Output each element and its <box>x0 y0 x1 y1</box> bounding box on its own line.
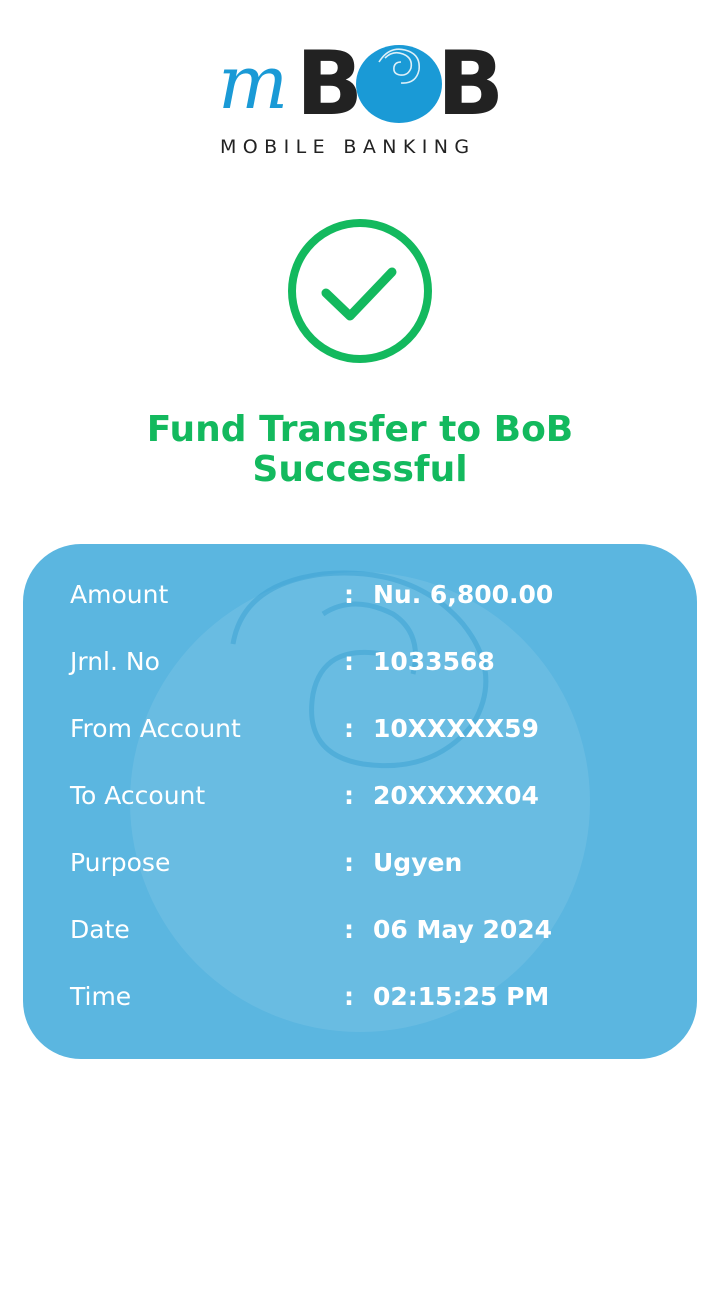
detail-label: Amount <box>70 580 169 609</box>
detail-row-jrnl-no: Jrnl. No : 1033568 <box>23 642 697 682</box>
detail-label: Date <box>70 915 130 944</box>
logo-globe-icon <box>356 45 442 123</box>
logo-m-letter: m <box>218 40 289 126</box>
detail-separator: : <box>344 781 354 810</box>
detail-value: 10XXXXX59 <box>373 714 539 743</box>
detail-row-date: Date : 06 May 2024 <box>23 910 697 950</box>
detail-separator: : <box>344 647 354 676</box>
success-title-line2: Successful <box>252 449 468 490</box>
logo-subtitle: MOBILE BANKING <box>220 136 476 158</box>
detail-row-purpose: Purpose : Ugyen <box>23 843 697 883</box>
detail-label: Jrnl. No <box>70 647 160 676</box>
detail-separator: : <box>344 982 354 1011</box>
detail-value: Ugyen <box>373 848 463 877</box>
check-circle-icon <box>288 219 432 363</box>
detail-label: To Account <box>70 781 206 810</box>
detail-separator: : <box>344 848 354 877</box>
detail-row-time: Time : 02:15:25 PM <box>23 977 697 1017</box>
detail-label: Purpose <box>70 848 171 877</box>
detail-separator: : <box>344 915 354 944</box>
detail-label: From Account <box>70 714 241 743</box>
detail-value: 02:15:25 PM <box>373 982 550 1011</box>
success-title-line1: Fund Transfer to BoB <box>146 409 574 450</box>
transaction-details-card: Amount : Nu. 6,800.00 Jrnl. No : 1033568… <box>23 544 697 1059</box>
logo-b-letter-2: B <box>437 32 505 135</box>
detail-row-to-account: To Account : 20XXXXX04 <box>23 776 697 816</box>
detail-separator: : <box>344 714 354 743</box>
success-title: Fund Transfer to BoB Successful <box>60 410 660 490</box>
detail-row-amount: Amount : Nu. 6,800.00 <box>23 575 697 615</box>
detail-value: 06 May 2024 <box>373 915 553 944</box>
logo-b-letter: B <box>296 32 364 135</box>
detail-separator: : <box>344 580 354 609</box>
detail-value: 20XXXXX04 <box>373 781 539 810</box>
detail-row-from-account: From Account : 10XXXXX59 <box>23 709 697 749</box>
detail-value: 1033568 <box>373 647 495 676</box>
detail-value: Nu. 6,800.00 <box>373 580 554 609</box>
detail-label: Time <box>70 982 132 1011</box>
mbob-logo: m B B MOBILE BANKING <box>216 38 506 162</box>
